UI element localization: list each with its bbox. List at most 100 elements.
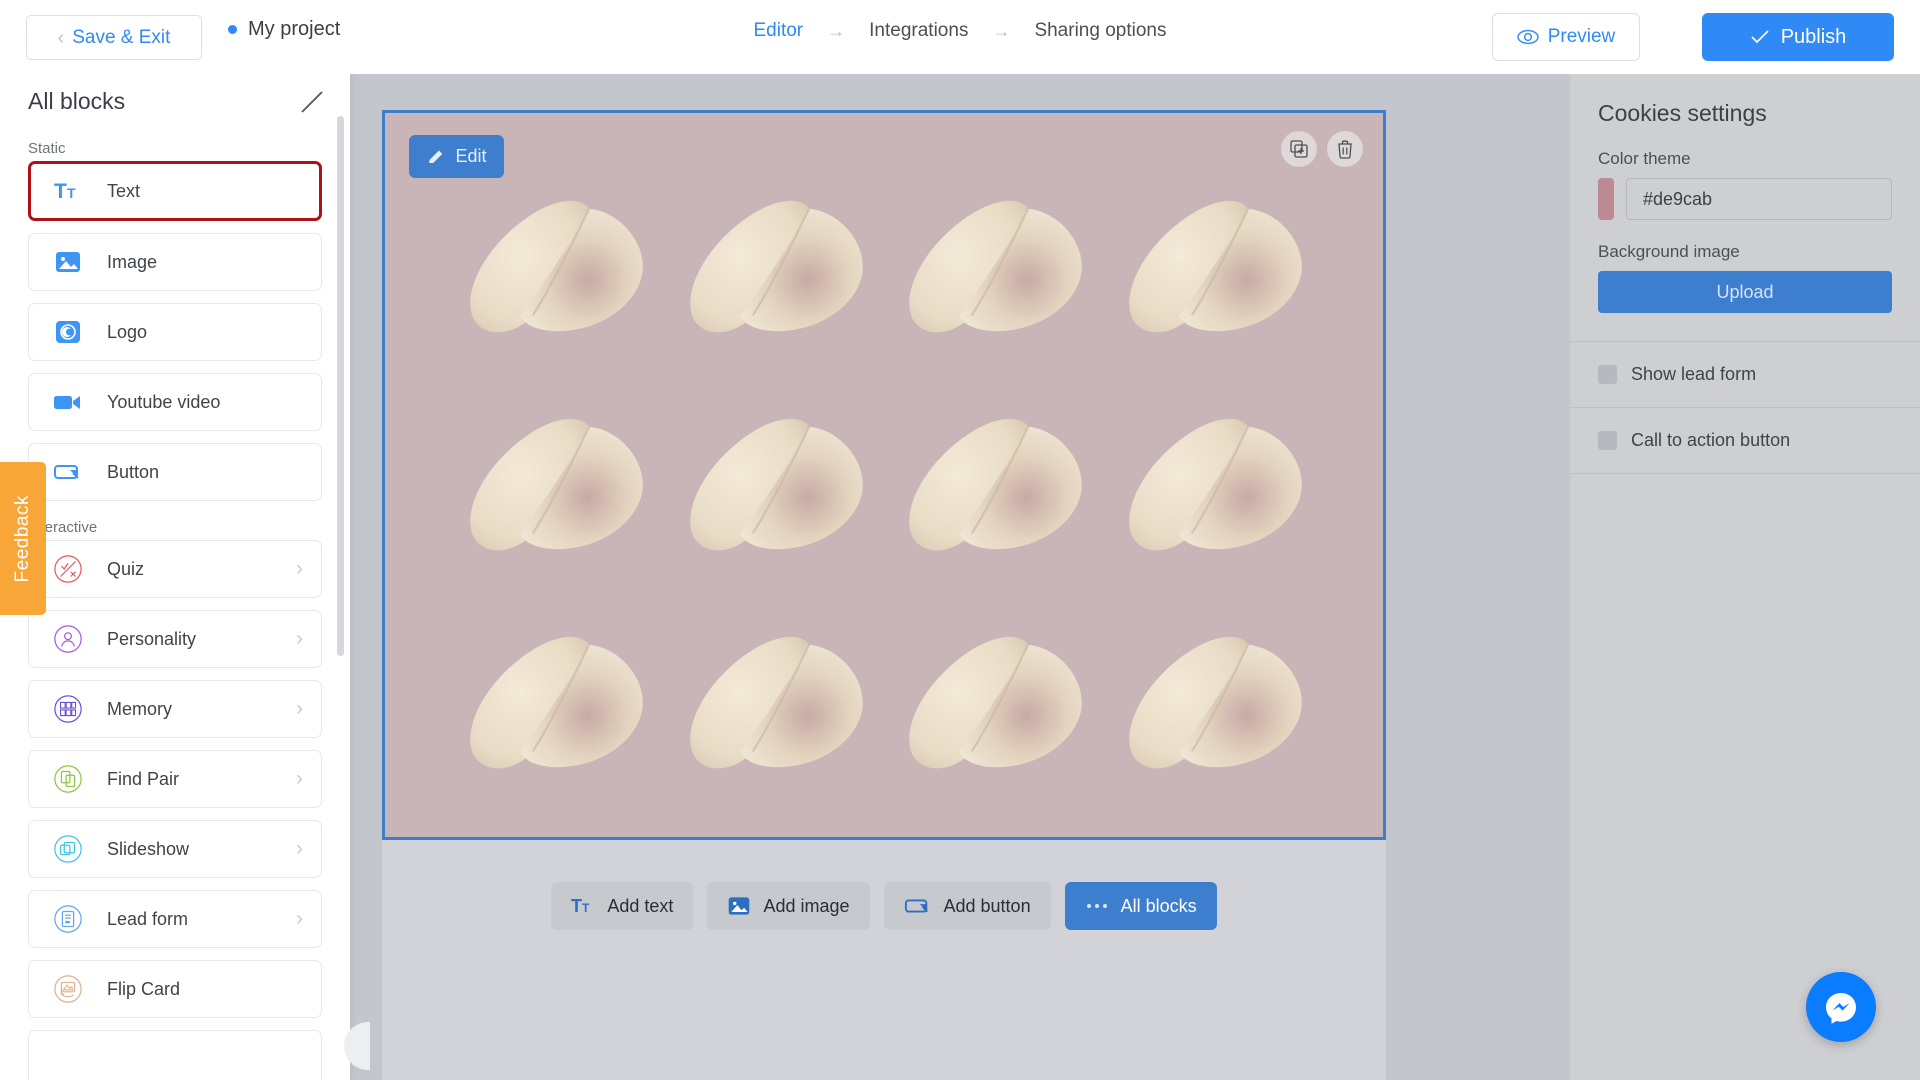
block-item-partial[interactable] <box>28 1030 322 1080</box>
delete-block-button[interactable] <box>1327 131 1363 167</box>
add-image-button[interactable]: Add image <box>707 882 870 930</box>
cookie-item <box>884 371 1104 589</box>
block-item-text[interactable]: T T Text <box>28 161 322 221</box>
add-image-label: Add image <box>763 895 850 916</box>
chevron-right-icon: › <box>296 557 303 580</box>
find-pair-icon <box>53 764 83 794</box>
block-item-personality[interactable]: Personality › <box>28 610 322 668</box>
block-tools <box>1281 131 1363 167</box>
show-lead-form-toggle[interactable]: Show lead form <box>1570 342 1920 408</box>
cookie-item <box>445 589 665 807</box>
all-blocks-panel-header: All blocks <box>0 74 350 134</box>
breadcrumb-item-integrations[interactable]: Integrations <box>869 20 968 42</box>
breadcrumb-item-sharing-options[interactable]: Sharing options <box>1034 20 1166 42</box>
all-blocks-button[interactable]: All blocks <box>1064 882 1217 930</box>
block-item-label: Image <box>107 251 158 272</box>
chevron-right-icon: › <box>296 627 303 650</box>
block-item-button[interactable]: Button <box>28 443 322 501</box>
all-blocks-title: All blocks <box>28 88 126 114</box>
publish-button[interactable]: Publish <box>1702 13 1894 61</box>
add-text-button[interactable]: T T Add text <box>551 882 694 930</box>
top-bar: ‹ Save & Exit My project Editor → Integr… <box>0 0 1920 74</box>
cookie-item <box>884 589 1104 807</box>
block-item-memory[interactable]: Memory › <box>28 680 322 738</box>
block-item-label: Logo <box>107 321 148 342</box>
flip-card-icon <box>53 974 83 1004</box>
logo-icon <box>53 317 83 347</box>
cookie-item <box>884 153 1104 371</box>
add-button-button[interactable]: Add button <box>883 882 1051 930</box>
block-item-lead-form[interactable]: Lead form › <box>28 890 322 948</box>
block-item-label: Text <box>107 180 141 201</box>
video-camera-icon <box>53 387 83 417</box>
text-format-icon: T T <box>571 896 590 916</box>
breadcrumb-item-editor[interactable]: Editor <box>754 20 804 42</box>
cookie-item <box>665 589 885 807</box>
block-item-label: Find Pair <box>107 768 180 789</box>
chevron-right-icon: › <box>296 767 303 790</box>
block-item-label: Button <box>107 461 160 482</box>
block-item-logo[interactable]: Logo <box>28 303 322 361</box>
block-item-label: Flip Card <box>107 978 181 999</box>
add-block-toolbar: T T Add text Add image Add button All bl… <box>382 866 1386 946</box>
call-to-action-label: Call to action button <box>1631 430 1791 450</box>
interactive-block-list: Quiz › Personality › Memory › Find Pair … <box>0 540 350 1080</box>
color-theme-field: Color theme <box>1570 127 1920 220</box>
memory-grid-icon <box>53 694 83 724</box>
cookie-item <box>1104 589 1324 807</box>
sidebar-scrollbar[interactable] <box>337 116 344 656</box>
background-image-field: Background image Upload <box>1570 220 1920 313</box>
block-item-label: Personality <box>107 628 197 649</box>
upload-button[interactable]: Upload <box>1598 271 1892 313</box>
color-swatch[interactable] <box>1598 178 1614 220</box>
image-icon <box>729 897 750 915</box>
feedback-tab[interactable]: Feedback <box>0 462 46 615</box>
cookie-item <box>445 371 665 589</box>
call-to-action-toggle[interactable]: Call to action button <box>1570 408 1920 474</box>
button-icon <box>53 457 83 487</box>
publish-label: Publish <box>1780 25 1847 48</box>
chevron-right-icon: › <box>296 907 303 930</box>
selected-block-cookies[interactable]: Edit <box>382 110 1386 840</box>
block-item-youtube-video[interactable]: Youtube video <box>28 373 322 431</box>
duplicate-icon <box>1290 140 1308 158</box>
all-blocks-label: All blocks <box>1120 895 1197 916</box>
block-item-label: Quiz <box>107 558 145 579</box>
canvas-area: Edit T T Add text Add image Add button A… <box>350 74 1570 1080</box>
lead-form-icon <box>53 904 83 934</box>
color-hex-input[interactable] <box>1626 178 1892 220</box>
show-lead-form-label: Show lead form <box>1631 364 1757 384</box>
duplicate-block-button[interactable] <box>1281 131 1317 167</box>
preview-button[interactable]: Preview <box>1492 13 1640 61</box>
quiz-icon <box>53 554 83 584</box>
block-item-find-pair[interactable]: Find Pair › <box>28 750 322 808</box>
block-item-flip-card[interactable]: Flip Card <box>28 960 322 1018</box>
color-theme-label: Color theme <box>1598 149 1691 168</box>
checkbox-icon[interactable] <box>1598 431 1617 450</box>
block-item-image[interactable]: Image <box>28 233 322 291</box>
block-item-slideshow[interactable]: Slideshow › <box>28 820 322 878</box>
ellipsis-icon <box>1086 904 1107 908</box>
color-theme-row <box>1598 178 1892 220</box>
cookies-settings-title: Cookies settings <box>1598 100 1767 126</box>
svg-text:T: T <box>54 180 67 203</box>
close-icon[interactable] <box>298 88 326 116</box>
text-format-icon: T T <box>53 176 83 206</box>
cookie-grid <box>385 113 1383 837</box>
chevron-right-icon: › <box>296 697 303 720</box>
section-label-interactive: Interactive <box>28 519 98 536</box>
image-icon <box>53 247 83 277</box>
checkbox-icon[interactable] <box>1598 365 1617 384</box>
section-label-static: Static <box>28 140 66 157</box>
cookie-item <box>445 153 665 371</box>
cookie-item <box>665 371 885 589</box>
svg-text:T: T <box>571 896 582 916</box>
eye-icon <box>1517 29 1539 45</box>
block-item-label: Memory <box>107 698 173 719</box>
edit-block-button[interactable]: Edit <box>409 135 504 178</box>
page-sheet: Edit T T Add text Add image Add button A… <box>382 110 1386 1080</box>
feedback-tab-label: Feedback <box>12 494 33 583</box>
block-item-quiz[interactable]: Quiz › <box>28 540 322 598</box>
block-item-label: Slideshow <box>107 838 190 859</box>
messenger-chat-button[interactable] <box>1806 972 1876 1042</box>
